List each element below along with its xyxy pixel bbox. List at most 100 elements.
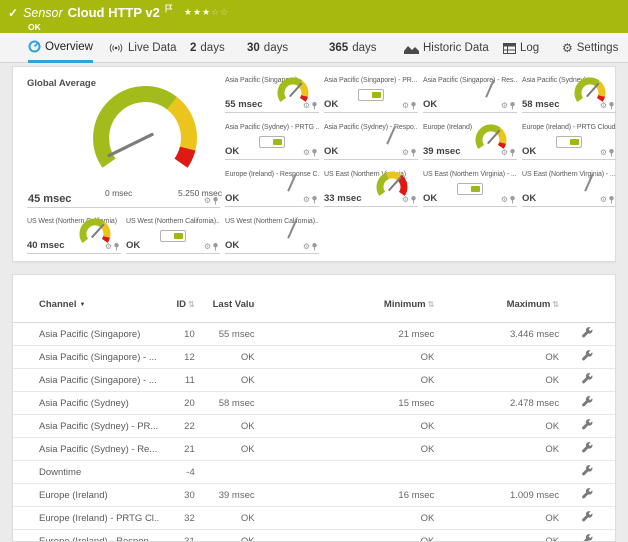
- table-row: Asia Pacific (Singapore) - ... 11 OK OK …: [13, 369, 615, 392]
- cell-last-value: 58 msec: [195, 398, 255, 409]
- cell-channel: Europe (Ireland) - PRTG Cl...: [39, 513, 159, 524]
- priority-stars[interactable]: ★★★☆☆: [184, 7, 229, 18]
- channel-tile: Europe (Ireland) - Response C... OK ⚙: [225, 169, 319, 207]
- column-header-last-value[interactable]: Last Value⇅: [195, 299, 255, 310]
- gear-icon[interactable]: ⚙: [303, 243, 310, 251]
- tab-overview[interactable]: Overview: [28, 33, 93, 63]
- cell-last-value: OK: [195, 352, 255, 363]
- cell-id: 22: [159, 421, 195, 432]
- gear-icon[interactable]: ⚙: [204, 197, 211, 205]
- cell-minimum: OK: [255, 513, 435, 524]
- pin-icon[interactable]: [213, 243, 218, 251]
- cell-minimum: OK: [255, 421, 435, 432]
- channel-tile-value: 33 msec: [324, 193, 362, 204]
- cell-channel: Asia Pacific (Sydney): [39, 398, 159, 409]
- channel-settings-icon[interactable]: [582, 396, 593, 407]
- cell-maximum: OK: [434, 513, 559, 524]
- channel-tile-value: OK: [324, 146, 338, 157]
- gauges-panel: Global Average 0 msec 5.250 msec 45 msec…: [12, 66, 616, 262]
- channel-tile: Asia Pacific (Singapore) - Res... OK ⚙: [423, 75, 517, 113]
- gear-icon[interactable]: ⚙: [402, 149, 409, 157]
- channel-tile-title: Europe (Ireland) - PRTG Cloud...: [522, 122, 616, 131]
- channel-settings-icon[interactable]: [582, 511, 593, 522]
- table-header: Channel▼ ID⇅ Last Value⇅ Minimum⇅ Maximu…: [13, 275, 615, 323]
- channel-tile-title: Asia Pacific (Singapore) - PR...: [324, 75, 418, 84]
- cell-id: 21: [159, 444, 195, 455]
- channel-toggle-indicator: [457, 183, 483, 195]
- sensor-status-banner: ✓ Sensor Cloud HTTP v2 ★★★☆☆ OK: [0, 0, 628, 33]
- status-badge: OK: [28, 22, 628, 32]
- cell-minimum: 21 msec: [255, 329, 435, 340]
- cell-last-value: OK: [195, 536, 255, 542]
- cell-maximum: OK: [434, 444, 559, 455]
- column-header-minimum[interactable]: Minimum⇅: [255, 299, 435, 310]
- channel-settings-icon[interactable]: [582, 442, 593, 453]
- channel-settings-icon[interactable]: [582, 350, 593, 361]
- tab-365-days[interactable]: 365days: [329, 33, 376, 63]
- gear-icon[interactable]: ⚙: [501, 196, 508, 204]
- channel-tile-title: Asia Pacific (Sydney) - Respo...: [324, 122, 418, 131]
- channel-tile: US West (Northern California)... OK ⚙: [126, 216, 220, 254]
- column-header-id[interactable]: ID⇅: [159, 299, 195, 310]
- cell-channel: Asia Pacific (Singapore) - ...: [39, 352, 159, 363]
- tab-historic-data[interactable]: Historic Data: [404, 33, 489, 63]
- pin-icon[interactable]: [411, 102, 416, 110]
- tab-2-days[interactable]: 2days: [190, 33, 225, 63]
- status-check-icon: ✓: [8, 7, 18, 19]
- cell-maximum: OK: [434, 352, 559, 363]
- channel-settings-icon[interactable]: [582, 488, 593, 499]
- sensor-title: Cloud HTTP v2: [68, 5, 160, 20]
- pin-icon[interactable]: [213, 197, 218, 205]
- cell-channel: Asia Pacific (Singapore): [39, 329, 159, 340]
- cell-id: 32: [159, 513, 195, 524]
- gear-icon[interactable]: ⚙: [303, 196, 310, 204]
- cell-last-value: 55 msec: [195, 329, 255, 340]
- cell-channel: Europe (Ireland) - Respon...: [39, 536, 159, 542]
- cell-id: 12: [159, 352, 195, 363]
- table-row: Asia Pacific (Sydney) - PR... 22 OK OK O…: [13, 415, 615, 438]
- channel-settings-icon[interactable]: [582, 465, 593, 476]
- channel-tile: Europe (Ireland) - PRTG Cloud... OK ⚙: [522, 122, 616, 160]
- channel-tile-value: 58 msec: [522, 99, 560, 110]
- flag-icon[interactable]: [165, 0, 173, 18]
- channel-settings-icon[interactable]: [582, 373, 593, 384]
- tab-log[interactable]: Log: [503, 33, 539, 63]
- gear-icon[interactable]: ⚙: [501, 102, 508, 110]
- pin-icon[interactable]: [609, 196, 614, 204]
- column-header-channel[interactable]: Channel▼: [39, 299, 159, 312]
- gear-icon[interactable]: ⚙: [600, 149, 607, 157]
- cell-minimum: 15 msec: [255, 398, 435, 409]
- cell-maximum: 3.446 msec: [434, 329, 559, 340]
- pin-icon[interactable]: [609, 149, 614, 157]
- cell-minimum: OK: [255, 375, 435, 386]
- channel-settings-icon[interactable]: [582, 419, 593, 430]
- object-kind-label: Sensor: [23, 6, 63, 20]
- channel-tile-title: US East (Northern Virginia) - ...: [522, 169, 616, 178]
- channel-settings-icon[interactable]: [582, 327, 593, 338]
- channel-tile-title: US East (Northern Virginia) - ...: [423, 169, 517, 178]
- gear-icon[interactable]: ⚙: [402, 102, 409, 110]
- pin-icon[interactable]: [312, 149, 317, 157]
- pin-icon[interactable]: [411, 149, 416, 157]
- table-row: Asia Pacific (Singapore) 10 55 msec 21 m…: [13, 323, 615, 346]
- pin-icon[interactable]: [312, 243, 317, 251]
- cell-id: -4: [159, 467, 195, 478]
- cell-channel: Asia Pacific (Singapore) - ...: [39, 375, 159, 386]
- pin-icon[interactable]: [510, 102, 515, 110]
- pin-icon[interactable]: [510, 196, 515, 204]
- channel-settings-icon[interactable]: [582, 534, 593, 542]
- tab-live-data[interactable]: Live Data: [108, 33, 177, 63]
- channels-table: Channel▼ ID⇅ Last Value⇅ Minimum⇅ Maximu…: [12, 274, 616, 542]
- channel-gauge: [471, 123, 511, 153]
- cell-id: 11: [159, 375, 195, 386]
- pin-icon[interactable]: [312, 196, 317, 204]
- gear-icon[interactable]: ⚙: [600, 196, 607, 204]
- column-header-maximum[interactable]: Maximum⇅: [434, 299, 559, 310]
- gear-icon[interactable]: ⚙: [303, 149, 310, 157]
- tab-settings[interactable]: ⚙ Settings: [562, 33, 618, 63]
- channel-tile: Asia Pacific (Sydney) 58 msec ⚙: [522, 75, 616, 113]
- cell-channel: Europe (Ireland): [39, 490, 159, 501]
- gear-icon[interactable]: ⚙: [204, 243, 211, 251]
- table-row: Europe (Ireland) - Respon... 31 OK OK OK: [13, 530, 615, 542]
- tab-30-days[interactable]: 30days: [247, 33, 288, 63]
